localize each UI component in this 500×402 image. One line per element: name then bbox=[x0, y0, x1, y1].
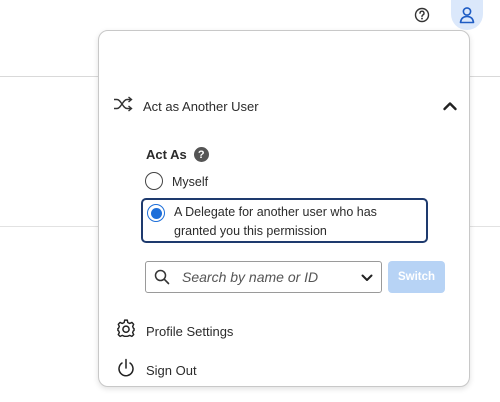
search-icon bbox=[154, 269, 170, 285]
header-icons bbox=[380, 0, 500, 30]
user-menu-panel: Act as Another User Act As ? Myself A De… bbox=[98, 30, 470, 387]
chevron-down-icon[interactable] bbox=[360, 271, 374, 285]
section-title: Act as Another User bbox=[143, 98, 259, 114]
search-input[interactable] bbox=[182, 269, 342, 285]
delegate-search-row: Switch bbox=[145, 261, 445, 293]
power-icon bbox=[116, 358, 136, 383]
radio-button-selected[interactable] bbox=[147, 204, 165, 222]
radio-option-myself[interactable]: Myself bbox=[145, 172, 208, 192]
profile-settings-item[interactable]: Profile Settings bbox=[116, 319, 233, 344]
question-icon[interactable]: ? bbox=[193, 147, 209, 162]
profile-settings-label: Profile Settings bbox=[146, 324, 234, 339]
shuffle-icon bbox=[113, 95, 133, 117]
chevron-up-icon[interactable] bbox=[441, 97, 459, 115]
sign-out-item[interactable]: Sign Out bbox=[116, 358, 197, 383]
radio-label: Myself bbox=[172, 175, 209, 189]
gear-icon bbox=[116, 319, 136, 344]
radio-button[interactable] bbox=[145, 172, 163, 190]
switch-button[interactable]: Switch bbox=[388, 261, 445, 293]
radio-label-line: granted you this permission bbox=[174, 224, 327, 238]
act-as-label: Act As bbox=[146, 147, 187, 162]
radio-label: A Delegate for another user who has gran… bbox=[174, 203, 377, 241]
sign-out-label: Sign Out bbox=[146, 363, 197, 378]
help-circle-icon[interactable] bbox=[410, 3, 434, 27]
radio-label-line: A Delegate for another user who has bbox=[174, 205, 377, 219]
radio-option-delegate[interactable]: A Delegate for another user who has gran… bbox=[141, 198, 428, 243]
delegate-search-combobox[interactable] bbox=[145, 261, 382, 293]
act-as-another-user-toggle[interactable]: Act as Another User bbox=[113, 93, 459, 119]
act-as-label-row: Act As ? bbox=[146, 147, 209, 162]
user-icon[interactable] bbox=[451, 0, 483, 30]
